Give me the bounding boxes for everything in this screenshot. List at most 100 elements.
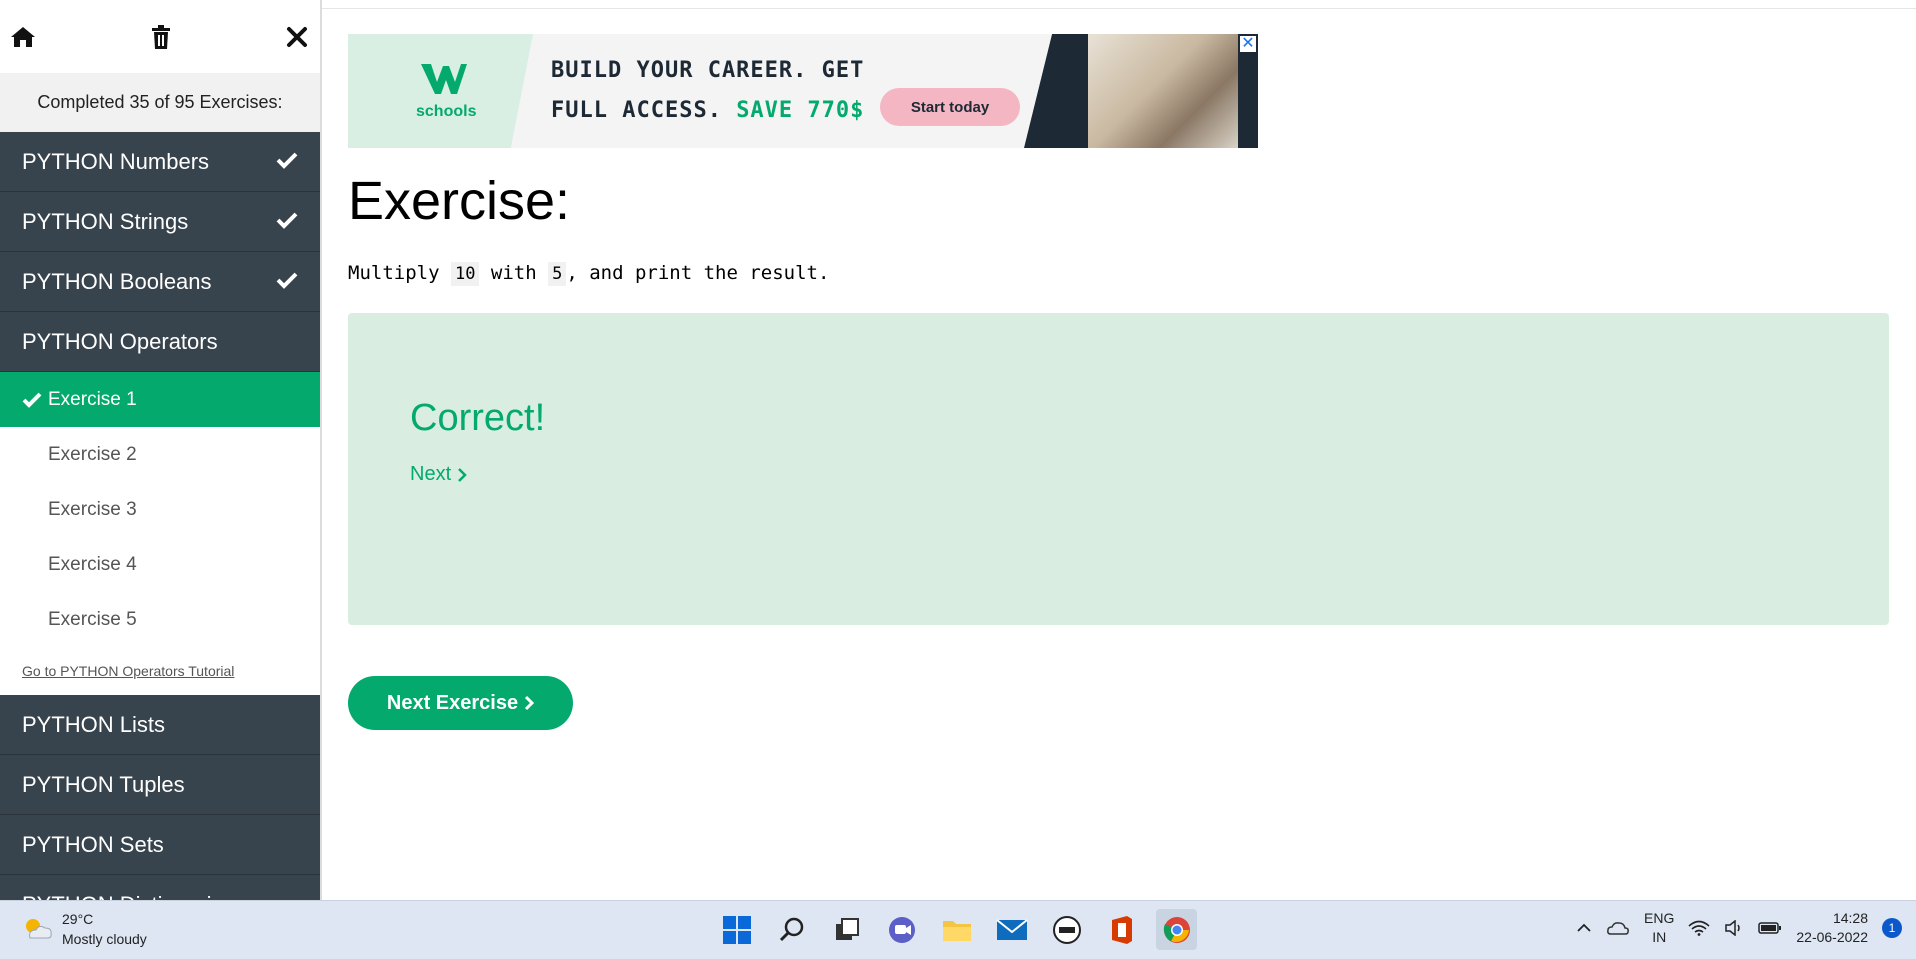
chevron-right-icon bbox=[458, 467, 467, 482]
checkmark-icon bbox=[276, 209, 298, 235]
sidebar-item-python-tuples[interactable]: PYTHON Tuples bbox=[0, 755, 320, 815]
mail-icon bbox=[995, 918, 1028, 940]
sidebar-item-label: PYTHON Operators bbox=[22, 328, 218, 354]
close-icon[interactable] bbox=[286, 26, 308, 48]
chrome-button[interactable] bbox=[1156, 909, 1197, 950]
sidebar-item-python-lists[interactable]: PYTHON Lists bbox=[0, 695, 320, 755]
result-panel: Correct! Next bbox=[348, 313, 1889, 625]
checkmark-icon bbox=[276, 149, 298, 175]
trash-icon[interactable] bbox=[150, 24, 172, 50]
instr-text: Multiply bbox=[348, 262, 451, 284]
lang-code: ENG bbox=[1644, 910, 1675, 926]
taskbar-apps bbox=[716, 909, 1197, 950]
result-next-label: Next bbox=[410, 463, 452, 485]
next-exercise-button[interactable]: Next Exercise bbox=[348, 676, 573, 730]
sidebar-item-label: PYTHON Lists bbox=[22, 711, 166, 737]
dell-icon bbox=[1052, 915, 1081, 944]
sidebar-item-python-dictionaries[interactable]: PYTHON Dictionaries bbox=[0, 875, 320, 900]
exercise-link-5[interactable]: Exercise 5 bbox=[0, 592, 320, 647]
chrome-icon bbox=[1163, 916, 1190, 943]
exercise-instructions: Multiply 10 with 5, and print the result… bbox=[348, 262, 830, 286]
instr-text: with bbox=[479, 262, 549, 284]
clock[interactable]: 14:28 22-06-2022 bbox=[1796, 909, 1868, 947]
home-icon[interactable] bbox=[10, 25, 36, 49]
sidebar-item-label: PYTHON Dictionaries bbox=[22, 892, 235, 901]
page-title: Exercise: bbox=[348, 171, 571, 231]
lang-region: IN bbox=[1652, 929, 1667, 945]
partly-cloudy-icon bbox=[26, 919, 52, 939]
exercise-link-2[interactable]: Exercise 2 bbox=[0, 427, 320, 482]
w3-logo-icon bbox=[421, 64, 467, 94]
checkmark-icon bbox=[22, 392, 42, 408]
next-exercise-label: Next Exercise bbox=[386, 691, 519, 714]
exercise-label: Exercise 2 bbox=[48, 443, 137, 465]
weather-widget[interactable]: 29°C Mostly cloudy bbox=[22, 909, 147, 949]
temperature: 29°C bbox=[62, 911, 94, 927]
progress-text: Completed 35 of 95 Exercises: bbox=[0, 73, 320, 132]
ad-logo-text: schools bbox=[416, 103, 477, 120]
sidebar-item-label: PYTHON Tuples bbox=[22, 771, 185, 797]
ad-headline-2: FULL ACCESS. SAVE 770$ bbox=[551, 98, 864, 123]
sidebar-item-python-sets[interactable]: PYTHON Sets bbox=[0, 815, 320, 875]
weather-text: 29°C Mostly cloudy bbox=[62, 909, 147, 949]
ad-photo bbox=[1088, 34, 1238, 148]
dell-app-button[interactable] bbox=[1046, 909, 1087, 950]
sidebar-item-python-strings[interactable]: PYTHON Strings bbox=[0, 192, 320, 252]
sidebar-item-label: PYTHON Sets bbox=[22, 831, 164, 857]
exercise-link-4[interactable]: Exercise 4 bbox=[0, 537, 320, 592]
task-view-icon bbox=[835, 917, 859, 940]
office-button[interactable] bbox=[1101, 909, 1142, 950]
search-button[interactable] bbox=[771, 909, 812, 950]
battery-icon[interactable] bbox=[1758, 921, 1782, 935]
clock-time: 14:28 bbox=[1832, 910, 1868, 926]
language-indicator[interactable]: ENG IN bbox=[1644, 909, 1674, 947]
chevron-up-icon[interactable] bbox=[1576, 923, 1592, 933]
sidebar-item-label: PYTHON Numbers bbox=[22, 148, 210, 174]
ad-close-icon[interactable]: ✕ bbox=[1240, 36, 1256, 52]
checkmark-icon bbox=[276, 269, 298, 295]
windows-taskbar: 29°C Mostly cloudy ENG IN 14:28 22-06-20… bbox=[0, 900, 1916, 959]
sidebar-item-python-operators[interactable]: PYTHON Operators bbox=[0, 312, 320, 372]
sidebar-item-label: PYTHON Booleans bbox=[22, 268, 212, 294]
tutorial-link[interactable]: Go to PYTHON Operators Tutorial bbox=[0, 647, 320, 695]
weather-condition: Mostly cloudy bbox=[62, 931, 147, 947]
file-explorer-button[interactable] bbox=[936, 909, 977, 950]
mail-button[interactable] bbox=[991, 909, 1032, 950]
exercise-label: Exercise 3 bbox=[48, 498, 137, 520]
task-view-button[interactable] bbox=[826, 909, 867, 950]
start-button[interactable] bbox=[716, 909, 757, 950]
instr-text: , and print the result. bbox=[566, 262, 830, 284]
volume-icon[interactable] bbox=[1724, 920, 1744, 936]
sidebar-item-label: PYTHON Strings bbox=[22, 208, 189, 234]
exercise-link-1[interactable]: Exercise 1 bbox=[0, 372, 320, 427]
exercise-label: Exercise 4 bbox=[48, 553, 137, 575]
w3schools-logo: schools bbox=[416, 62, 476, 121]
sidebar-item-python-numbers[interactable]: PYTHON Numbers bbox=[0, 132, 320, 192]
instr-code-a: 10 bbox=[450, 262, 480, 286]
windows-logo-icon bbox=[722, 915, 751, 944]
instr-code-b: 5 bbox=[548, 262, 567, 286]
system-tray: ENG IN 14:28 22-06-2022 1 bbox=[1576, 909, 1902, 947]
search-icon bbox=[779, 917, 803, 941]
onedrive-cloud-icon[interactable] bbox=[1606, 920, 1630, 936]
wifi-icon[interactable] bbox=[1688, 920, 1710, 936]
result-title: Correct! bbox=[410, 397, 546, 439]
exercise-label: Exercise 5 bbox=[48, 608, 137, 630]
ad-banner[interactable]: schools BUILD YOUR CAREER. GET FULL ACCE… bbox=[348, 34, 1258, 148]
ad-save-text: SAVE 770$ bbox=[736, 98, 865, 123]
office-icon bbox=[1111, 915, 1132, 944]
exercise-link-3[interactable]: Exercise 3 bbox=[0, 482, 320, 537]
teams-chat-button[interactable] bbox=[881, 909, 922, 950]
result-next-link[interactable]: Next bbox=[410, 463, 467, 486]
sidebar-item-python-booleans[interactable]: PYTHON Booleans bbox=[0, 252, 320, 312]
clock-date: 22-06-2022 bbox=[1796, 929, 1868, 945]
top-divider bbox=[322, 0, 1916, 9]
notification-badge[interactable]: 1 bbox=[1882, 918, 1902, 938]
chevron-right-icon bbox=[525, 695, 535, 711]
ad-start-button[interactable]: Start today bbox=[880, 88, 1020, 126]
chat-icon bbox=[888, 916, 915, 943]
ad-headline-1: BUILD YOUR CAREER. GET bbox=[551, 58, 865, 83]
ad-headline-2-prefix: FULL ACCESS. bbox=[551, 98, 737, 123]
exercise-label: Exercise 1 bbox=[48, 388, 137, 410]
exercise-sidebar: Completed 35 of 95 Exercises: PYTHON Num… bbox=[0, 0, 322, 900]
